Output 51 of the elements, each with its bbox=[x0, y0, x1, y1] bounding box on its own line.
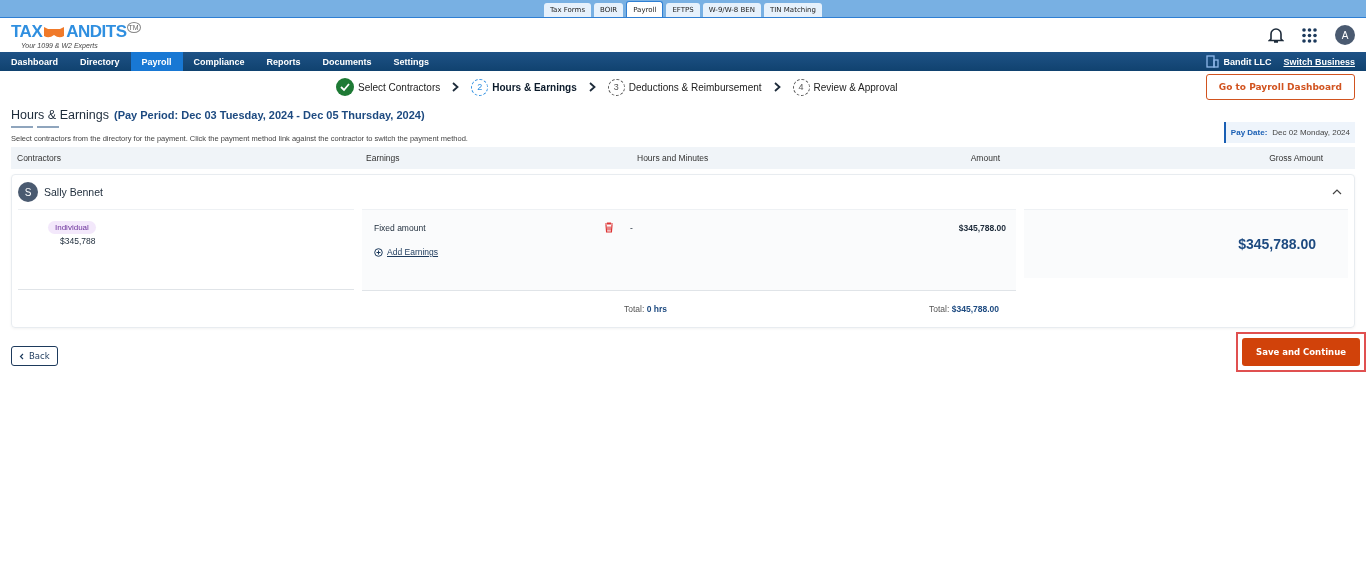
amount-total: Total: $345,788.00 bbox=[929, 304, 999, 314]
nav-item[interactable]: Documents bbox=[311, 52, 383, 71]
nav-item[interactable]: Settings bbox=[382, 52, 441, 71]
chevron-right-icon bbox=[773, 82, 781, 92]
step-label: Hours & Earnings bbox=[492, 81, 577, 93]
nav-item[interactable]: Directory bbox=[69, 52, 131, 71]
contractor-name: Sally Bennet bbox=[44, 186, 103, 198]
step-label: Select Contractors bbox=[358, 81, 441, 93]
building-icon bbox=[1206, 55, 1220, 68]
delete-icon[interactable] bbox=[604, 222, 614, 233]
pay-date-label: Pay Date: bbox=[1230, 128, 1268, 137]
mask-icon bbox=[43, 24, 66, 39]
page-title: Hours & Earnings bbox=[11, 108, 109, 122]
earning-amount: $345,788.00 bbox=[958, 222, 1006, 233]
user-avatar[interactable]: A bbox=[1335, 25, 1355, 45]
chevron-right-icon bbox=[588, 82, 596, 92]
logo-text: TAX bbox=[11, 21, 43, 42]
pay-period: (Pay Period: Dec 03 Tuesday, 2024 - Dec 05 Thursday, 2024) bbox=[113, 109, 425, 121]
nav-item[interactable]: Payroll bbox=[130, 52, 183, 71]
nav-item[interactable]: Compliance bbox=[182, 52, 256, 71]
column-header: Amount bbox=[969, 153, 1000, 163]
hours-total: Total: 0 hrs bbox=[624, 304, 667, 314]
step-label: Deductions & Reimbursement bbox=[628, 81, 762, 93]
payroll-dashboard-button[interactable]: Go to Payroll Dashboard bbox=[1205, 74, 1355, 100]
chevron-right-icon bbox=[452, 82, 460, 92]
contractor-avatar: S bbox=[18, 182, 38, 202]
pay-date-value: Dec 02 Monday, 2024 bbox=[1272, 128, 1350, 137]
apps-grid-icon[interactable] bbox=[1302, 27, 1317, 43]
caret-icon[interactable] bbox=[1332, 189, 1342, 195]
add-circle-icon bbox=[374, 247, 383, 257]
column-header: Gross Amount bbox=[1268, 153, 1324, 163]
contractor-amount: $345,788 bbox=[60, 236, 96, 246]
switch-business-link[interactable]: Switch Business bbox=[1283, 56, 1355, 67]
column-header: Contractors bbox=[16, 153, 62, 163]
earning-name: Fixed amount bbox=[374, 222, 427, 233]
add-earnings-text[interactable]: Add Earnings bbox=[387, 247, 439, 257]
add-earnings-link[interactable]: Add Earnings bbox=[374, 247, 1006, 257]
business-name: Bandit LLC bbox=[1223, 56, 1272, 67]
logo-text: ANDITS bbox=[66, 21, 127, 42]
save-and-continue-button[interactable]: Save and Continue bbox=[1242, 338, 1360, 366]
notification-bell-icon[interactable] bbox=[1268, 26, 1284, 44]
back-button[interactable]: Back bbox=[11, 346, 58, 366]
earning-hours: - bbox=[630, 222, 634, 233]
gross-amount: $345,788.00 bbox=[1238, 236, 1316, 252]
nav-item[interactable]: Reports bbox=[255, 52, 312, 71]
type-tag: Individual bbox=[48, 221, 96, 234]
step-label: Review & Approval bbox=[813, 81, 898, 93]
column-header: Hours and Minutes bbox=[637, 153, 710, 163]
nav-item[interactable]: Dashboard bbox=[0, 52, 69, 71]
column-header: Earnings bbox=[366, 153, 401, 163]
chevron-left-icon bbox=[19, 352, 24, 360]
